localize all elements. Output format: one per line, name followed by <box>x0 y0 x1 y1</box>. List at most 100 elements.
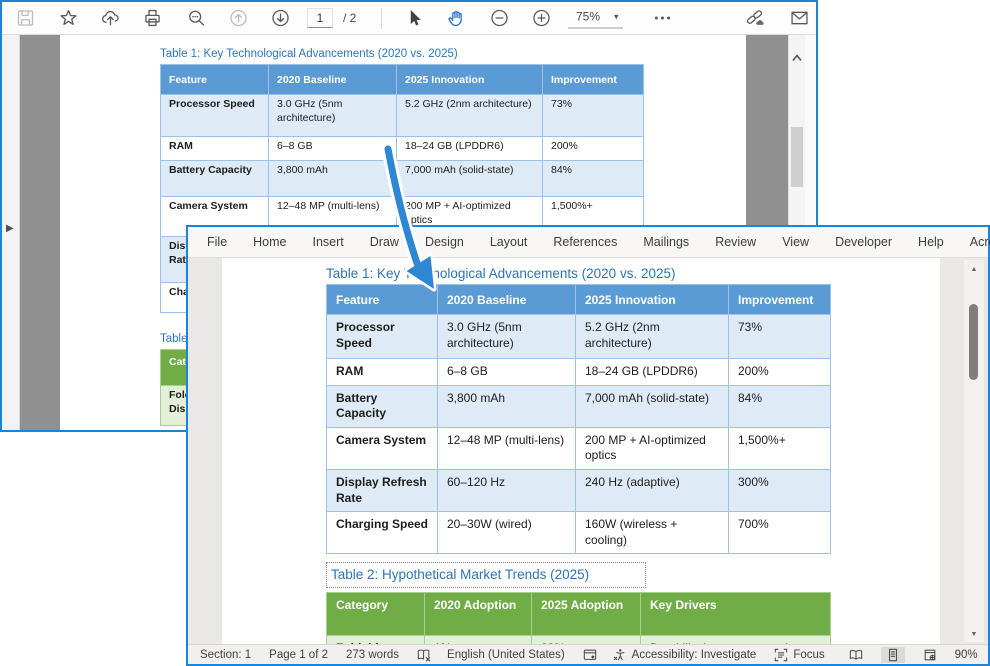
table-header-cell: Feature <box>327 285 438 315</box>
table-cell: 7,000 mAh (solid-state) <box>397 161 543 197</box>
scroll-up-chevron-icon[interactable] <box>792 49 802 67</box>
menu-tab-file[interactable]: File <box>194 228 240 257</box>
zoom-out-icon[interactable] <box>489 8 510 29</box>
save-icon[interactable] <box>15 8 36 29</box>
scroll-up-icon[interactable]: ▲ <box>964 266 984 273</box>
table-header-cell: 2025 Adoption <box>532 593 641 636</box>
table-row: RAM6–8 GB18–24 GB (LPDDR6)200% <box>327 359 831 386</box>
email-icon[interactable] <box>789 8 810 29</box>
table-cell: 1% <box>425 636 532 644</box>
table-cell: 240 Hz (adaptive) <box>576 469 729 511</box>
menu-tab-layout[interactable]: Layout <box>477 228 541 257</box>
table-header-cell: 2025 Innovation <box>576 285 729 315</box>
menu-tab-home[interactable]: Home <box>240 228 299 257</box>
menu-tab-references[interactable]: References <box>540 228 630 257</box>
expand-pane-arrow-icon[interactable]: ▶ <box>6 223 14 234</box>
menu-tab-mailings[interactable]: Mailings <box>630 228 702 257</box>
table-cell: Battery Capacity <box>161 161 269 197</box>
zoom-level-control[interactable]: 75% ▾ <box>568 8 623 29</box>
table-cell: 1,500%+ <box>729 427 831 469</box>
word-document-content: Table 1: Key Technological Advancements … <box>222 258 940 644</box>
table-cell: 20–30W (wired) <box>438 512 576 554</box>
table-cell: 73% <box>543 95 644 137</box>
cloud-upload-icon[interactable] <box>100 8 121 29</box>
table-cell: Battery Capacity <box>327 385 438 427</box>
word-ribbon-tabs: FileHomeInsertDrawDesignLayoutReferences… <box>188 227 988 258</box>
web-layout-button[interactable] <box>918 647 942 663</box>
table-cell: Camera System <box>327 427 438 469</box>
desktop: / 2 75% ▾ <box>0 0 990 666</box>
table-cell: Processor Speed <box>327 315 438 359</box>
table-cell: 200% <box>543 137 644 161</box>
focus-button[interactable]: Focus <box>774 648 824 662</box>
menu-tab-insert[interactable]: Insert <box>300 228 357 257</box>
hand-tool-icon[interactable] <box>446 8 467 29</box>
menu-tab-view[interactable]: View <box>769 228 822 257</box>
more-tools-ellipsis-icon[interactable] <box>652 8 673 29</box>
pdf-table1-title: Table 1: Key Technological Advancements … <box>160 48 746 60</box>
page-number-field[interactable] <box>307 8 333 28</box>
table-cell: 6–8 GB <box>438 359 576 386</box>
table-cell: 84% <box>543 161 644 197</box>
focus-icon <box>774 648 788 662</box>
toolbar-divider <box>381 8 382 29</box>
status-accessibility[interactable]: Accessibility: Investigate <box>613 648 757 662</box>
table-cell: 200% <box>729 359 831 386</box>
menu-tab-help[interactable]: Help <box>905 228 957 257</box>
table-header-row: Category2020 Adoption2025 AdoptionKey Dr… <box>327 593 831 636</box>
print-icon[interactable] <box>142 8 163 29</box>
table-cell: 28% <box>532 636 641 644</box>
table-cell: 200 MP + AI-optimized optics <box>576 427 729 469</box>
table-cell: 6–8 GB <box>269 137 397 161</box>
table-cell: RAM <box>161 137 269 161</box>
table-cell: 5.2 GHz (2nm architecture) <box>397 95 543 137</box>
status-zoom[interactable]: 90% <box>955 649 978 661</box>
menu-tab-developer[interactable]: Developer <box>822 228 905 257</box>
table-header-cell: Key Drivers <box>641 593 831 636</box>
macro-record-icon[interactable] <box>583 648 597 662</box>
table-cell: 84% <box>729 385 831 427</box>
share-link-icon[interactable] <box>744 8 765 29</box>
table-header-cell: 2020 Baseline <box>269 65 397 95</box>
scroll-down-icon[interactable]: ▼ <box>964 631 984 638</box>
table-cell: 700% <box>729 512 831 554</box>
page-total-label: / 2 <box>343 11 356 25</box>
table-header-cell: Feature <box>161 65 269 95</box>
table-cell: 7,000 mAh (solid-state) <box>576 385 729 427</box>
word-scrollbar-thumb[interactable] <box>969 304 978 380</box>
read-mode-button[interactable] <box>844 647 868 663</box>
table-cell: Display Refresh Rate <box>327 469 438 511</box>
word-table1-title: Table 1: Key Technological Advancements … <box>326 266 940 281</box>
status-right-group: Focus 90% <box>774 647 977 663</box>
status-page[interactable]: Page 1 of 2 <box>269 649 328 661</box>
print-layout-button[interactable] <box>881 647 905 663</box>
pdf-scrollbar-thumb[interactable] <box>791 127 803 187</box>
page-down-icon[interactable] <box>270 8 291 29</box>
pdf-nav-pane: ▶ <box>2 35 20 430</box>
table-cell: Processor Speed <box>161 95 269 137</box>
table-header-cell: Improvement <box>729 285 831 315</box>
menu-tab-acrobat[interactable]: Acrobat <box>957 228 990 257</box>
menu-tab-review[interactable]: Review <box>702 228 769 257</box>
status-section[interactable]: Section: 1 <box>200 649 251 661</box>
page-number-input[interactable] <box>307 8 333 28</box>
table-row: RAM6–8 GB18–24 GB (LPDDR6)200% <box>161 137 644 161</box>
table-row: Battery Capacity3,800 mAh7,000 mAh (soli… <box>327 385 831 427</box>
status-word-count[interactable]: 273 words <box>346 649 399 661</box>
favorite-star-icon[interactable] <box>58 8 79 29</box>
zoom-in-icon[interactable] <box>531 8 552 29</box>
word-scrollbar[interactable]: ▲ ▼ <box>964 260 984 642</box>
page-up-icon[interactable] <box>228 8 249 29</box>
table-header-row: Feature2020 Baseline2025 InnovationImpro… <box>327 285 831 315</box>
search-icon[interactable] <box>186 8 207 29</box>
word-status-bar: Section: 1 Page 1 of 2 273 words English… <box>188 644 988 664</box>
menu-tab-design[interactable]: Design <box>412 228 477 257</box>
status-language[interactable]: English (United States) <box>447 649 565 661</box>
menu-tab-draw[interactable]: Draw <box>357 228 412 257</box>
zoom-dropdown-caret-icon: ▾ <box>614 11 619 22</box>
word-table2-title: Table 2: Hypothetical Market Trends (202… <box>331 567 589 582</box>
table-cell: 60–120 Hz <box>438 469 576 511</box>
table-row: Processor Speed3.0 GHz (5nm architecture… <box>161 95 644 137</box>
proofing-errors-icon[interactable] <box>417 648 431 662</box>
select-cursor-icon[interactable] <box>404 8 425 29</box>
